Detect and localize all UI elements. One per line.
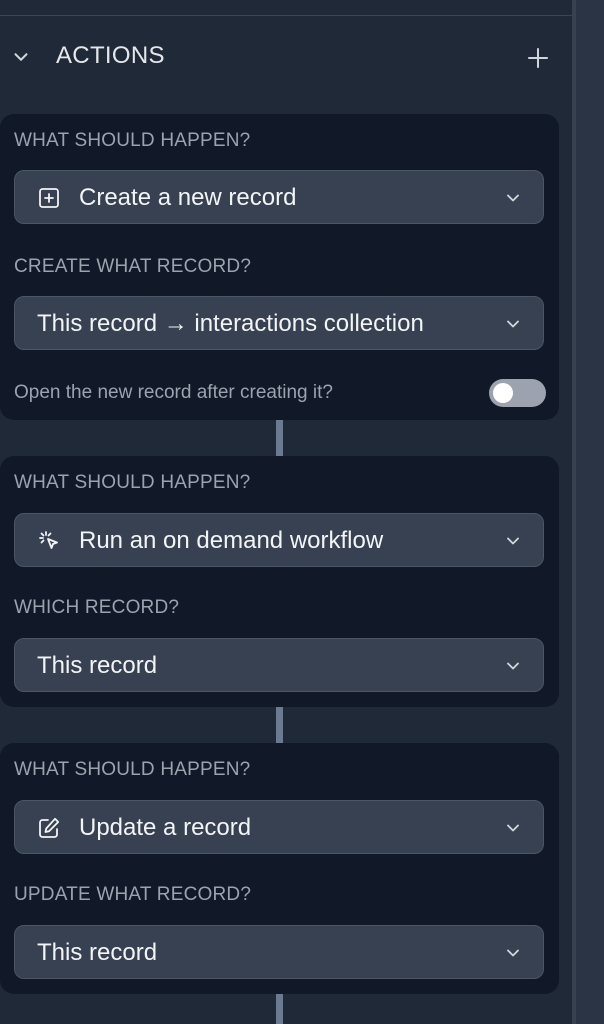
chevron-down-icon: [507, 949, 519, 957]
action-card-3: WHAT SHOULD HAPPEN? Update a record UPDA…: [0, 743, 559, 994]
chevron-down-icon: [507, 537, 519, 545]
top-divider: [0, 15, 572, 16]
record-target-select[interactable]: This record → interactions collection: [14, 296, 544, 350]
action-type-value: Create a new record: [79, 184, 297, 211]
action-card-2: WHAT SHOULD HAPPEN? Run an on demand wor…: [0, 456, 559, 707]
pencil-square-icon: [39, 817, 60, 838]
action-connector: [276, 420, 283, 456]
action-type-value: Update a record: [79, 814, 252, 841]
record-value: This record: [37, 652, 158, 679]
adjacent-pane-edge: [576, 0, 604, 1024]
section-title: ACTIONS: [56, 42, 165, 69]
record-select[interactable]: This record: [14, 638, 544, 692]
chevron-down-icon: [507, 662, 519, 670]
what-should-happen-label: WHAT SHOULD HAPPEN?: [14, 472, 251, 493]
what-should-happen-label: WHAT SHOULD HAPPEN?: [14, 130, 251, 151]
record-value: This record: [37, 939, 158, 966]
actions-panel: ACTIONS WHAT SHOULD HAPPEN? Create a new…: [0, 0, 572, 1024]
actions-section-header[interactable]: ACTIONS: [0, 34, 572, 82]
action-type-select[interactable]: Create a new record: [14, 170, 544, 224]
plus-square-icon: [39, 188, 59, 208]
open-after-create-label: Open the new record after creating it?: [14, 382, 333, 403]
toggle-knob: [493, 383, 513, 403]
action-card-1: WHAT SHOULD HAPPEN? Create a new record …: [0, 114, 559, 420]
which-record-label: WHICH RECORD?: [14, 597, 180, 618]
cursor-click-icon: [39, 531, 58, 549]
action-type-value: Run an on demand workflow: [79, 527, 384, 554]
action-type-select[interactable]: Run an on demand workflow: [14, 513, 544, 567]
action-connector: [276, 707, 283, 743]
create-what-record-label: CREATE WHAT RECORD?: [14, 256, 252, 277]
chevron-down-icon: [507, 320, 519, 328]
record-target-value: This record → interactions collection: [37, 310, 424, 337]
what-should-happen-label: WHAT SHOULD HAPPEN?: [14, 759, 251, 780]
open-after-create-toggle[interactable]: [489, 379, 546, 407]
update-what-record-label: UPDATE WHAT RECORD?: [14, 884, 252, 905]
action-connector: [276, 994, 283, 1024]
plus-icon[interactable]: [526, 46, 550, 70]
chevron-down-icon[interactable]: [10, 46, 32, 68]
chevron-down-icon: [507, 194, 519, 202]
chevron-down-icon: [507, 824, 519, 832]
record-select[interactable]: This record: [14, 925, 544, 979]
action-type-select[interactable]: Update a record: [14, 800, 544, 854]
